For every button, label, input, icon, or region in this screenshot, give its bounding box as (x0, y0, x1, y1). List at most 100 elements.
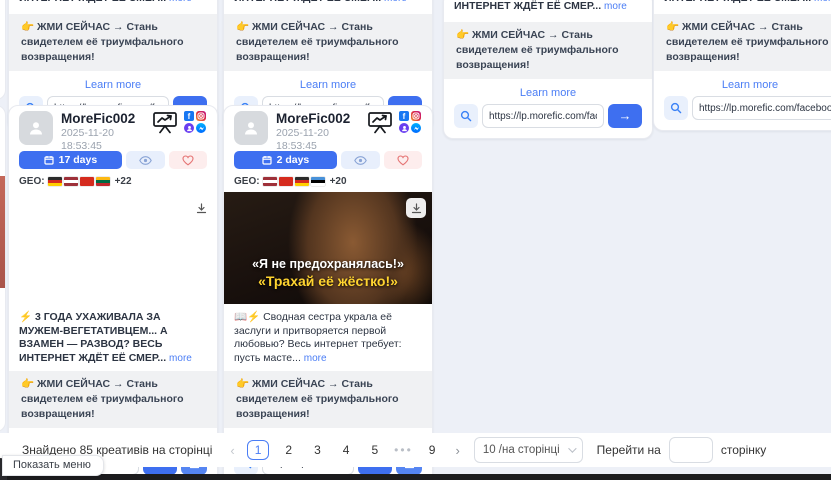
cta-box: 👉 ЖМИ СЕЙЧАС → Стань свидетелем её триум… (9, 14, 217, 71)
more-link[interactable]: more (604, 1, 627, 12)
cta-box: 👉 ЖМИ СЕЙЧАС → Стань свидетелем её триум… (224, 14, 432, 71)
preview-button[interactable] (341, 151, 381, 169)
per-page-select[interactable]: 10 /на сторінці (474, 437, 583, 463)
landing-url-input[interactable] (482, 104, 604, 128)
more-link[interactable]: more (169, 0, 192, 4)
creative-card: ИНТЕРНЕТ ЖДЁТ ЕЁ СМЕР... more 👉 ЖМИ СЕЙЧ… (443, 0, 653, 139)
download-icon (411, 203, 422, 214)
search-icon (670, 102, 682, 114)
page-button-4[interactable]: 4 (337, 440, 356, 460)
landing-url-input[interactable] (692, 96, 831, 120)
creative-card (0, 105, 6, 432)
calendar-icon (262, 155, 272, 165)
more-link[interactable]: more (814, 0, 831, 4)
placements-icons: f (399, 111, 422, 134)
search-icon (460, 110, 472, 122)
creative-description: ИНТЕРНЕТ ЖДЁТ ЕЁ СМЕР... more (454, 0, 642, 14)
analytics-board-icon[interactable] (367, 111, 393, 135)
more-link[interactable]: more (169, 353, 192, 364)
creative-description: 📖⚡ Сводная сестра украла её заслуги и пр… (234, 311, 422, 365)
days-active-button[interactable]: 17 days (19, 151, 122, 169)
creative-image (0, 176, 5, 288)
more-link[interactable]: more (384, 0, 407, 4)
url-row (664, 96, 831, 120)
calendar-icon (44, 155, 54, 165)
geo-more-count[interactable]: +22 (115, 176, 132, 187)
favorite-button[interactable] (384, 151, 422, 169)
days-active-button[interactable]: 2 days (234, 151, 337, 169)
creative-card: ИНТЕРНЕТ ЖДЁТ ЕЁ СМЕР... more 👉 ЖМИ СЕЙЧ… (653, 0, 831, 131)
advertiser-name[interactable]: MoreFic002 (276, 111, 359, 127)
card-actions: 17 days (19, 151, 207, 169)
creative-card: MoreFic002 2025-11-20 18:53:45 f 17 days (8, 105, 218, 480)
cta-box: 👉 ЖМИ СЕЙЧАС → Стань свидетелем её триум… (444, 22, 652, 79)
creative-image[interactable]: «Я не предохранялась!» «Трахай её жёстко… (224, 192, 432, 304)
search-button[interactable] (664, 96, 688, 120)
messenger-icon (196, 123, 206, 133)
creative-description: ИНТЕРНЕТ ЖДЁТ ЕЁ СМЕР... more (234, 0, 422, 6)
download-icon (196, 203, 207, 214)
avatar (234, 111, 268, 145)
cta-box: 👉 ЖМИ СЕЙЧАС → Стань свидетелем её триум… (9, 371, 217, 428)
audience-network-icon (184, 123, 194, 133)
creatives-page: ИНТЕРНЕТ ЖДЁТ ЕЁ СМЕР... more 👉 ЖМИ СЕЙЧ… (0, 0, 831, 480)
eye-icon (354, 156, 367, 165)
creative-datetime: 2025-11-20 18:53:45 (276, 127, 359, 153)
heart-icon (182, 155, 194, 166)
page-button-2[interactable]: 2 (279, 440, 298, 460)
creative-description: ИНТЕРНЕТ ЖДЁТ ЕЁ СМЕР... more (664, 0, 831, 6)
more-link[interactable]: more (304, 353, 327, 364)
goto-page-label: Перейти на (597, 443, 661, 457)
goto-page-input[interactable] (669, 437, 713, 463)
geo-more-count[interactable]: +20 (330, 176, 347, 187)
analytics-board-icon[interactable] (152, 111, 178, 135)
learn-more-link[interactable]: Learn more (454, 87, 642, 99)
page-button-1[interactable]: 1 (247, 440, 270, 460)
download-image-button[interactable] (191, 198, 211, 218)
advertiser-name[interactable]: MoreFic002 (61, 111, 144, 127)
learn-more-link[interactable]: Learn more (234, 79, 422, 91)
creative-card (0, 0, 6, 100)
heart-icon (397, 155, 409, 166)
pagination-ellipsis: ••• (394, 443, 413, 457)
preview-button[interactable] (126, 151, 166, 169)
profile-row: MoreFic002 2025-11-20 18:53:45 f (234, 111, 422, 145)
chevron-down-icon (568, 444, 576, 452)
page-button-5[interactable]: 5 (365, 440, 384, 460)
avatar (19, 111, 53, 145)
creative-description: ИНТЕРНЕТ ЖДЁТ ЕЁ СМЕР... more (19, 0, 207, 6)
profile-row: MoreFic002 2025-11-20 18:53:45 f (19, 111, 207, 145)
geo-row: GEO: +20 (234, 175, 422, 187)
search-button[interactable] (454, 104, 478, 128)
creative-datetime: 2025-11-20 18:53:45 (61, 127, 144, 153)
learn-more-link[interactable]: Learn more (19, 79, 207, 91)
card-actions: 2 days (234, 151, 422, 169)
open-link-button[interactable]: → (608, 104, 642, 128)
instagram-icon (196, 111, 206, 121)
creative-image[interactable] (9, 192, 217, 304)
instagram-icon (411, 111, 421, 121)
geo-flags (48, 177, 112, 186)
page-button-9[interactable]: 9 (423, 440, 442, 460)
cta-box: 👉 ЖМИ СЕЙЧАС → Стань свидетелем её триум… (224, 371, 432, 428)
url-row: → (454, 104, 642, 128)
facebook-icon: f (399, 111, 409, 121)
pagination-bar: Знайдено 85 креативів на сторінці ‹ 1 2 … (0, 433, 831, 467)
cta-box: 👉 ЖМИ СЕЙЧАС → Стань свидетелем её триум… (654, 14, 831, 71)
person-icon (27, 119, 45, 137)
window-bottom-edge (0, 474, 831, 480)
messenger-icon (411, 123, 421, 133)
placements-icons: f (184, 111, 207, 134)
favorite-button[interactable] (169, 151, 207, 169)
eye-icon (139, 156, 152, 165)
show-menu-button[interactable]: Показать меню (2, 455, 104, 476)
page-button-3[interactable]: 3 (308, 440, 327, 460)
image-overlay-text: «Я не предохранялась!» «Трахай её жёстко… (224, 256, 432, 290)
goto-page-suffix: сторінку (721, 443, 766, 457)
facebook-icon: f (184, 111, 194, 121)
next-page-button[interactable]: › (455, 443, 459, 458)
creative-card: MoreFic002 2025-11-20 18:53:45 f 2 days (223, 105, 433, 480)
download-image-button[interactable] (406, 198, 426, 218)
prev-page-button[interactable]: ‹ (230, 443, 234, 458)
learn-more-link[interactable]: Learn more (664, 79, 831, 91)
